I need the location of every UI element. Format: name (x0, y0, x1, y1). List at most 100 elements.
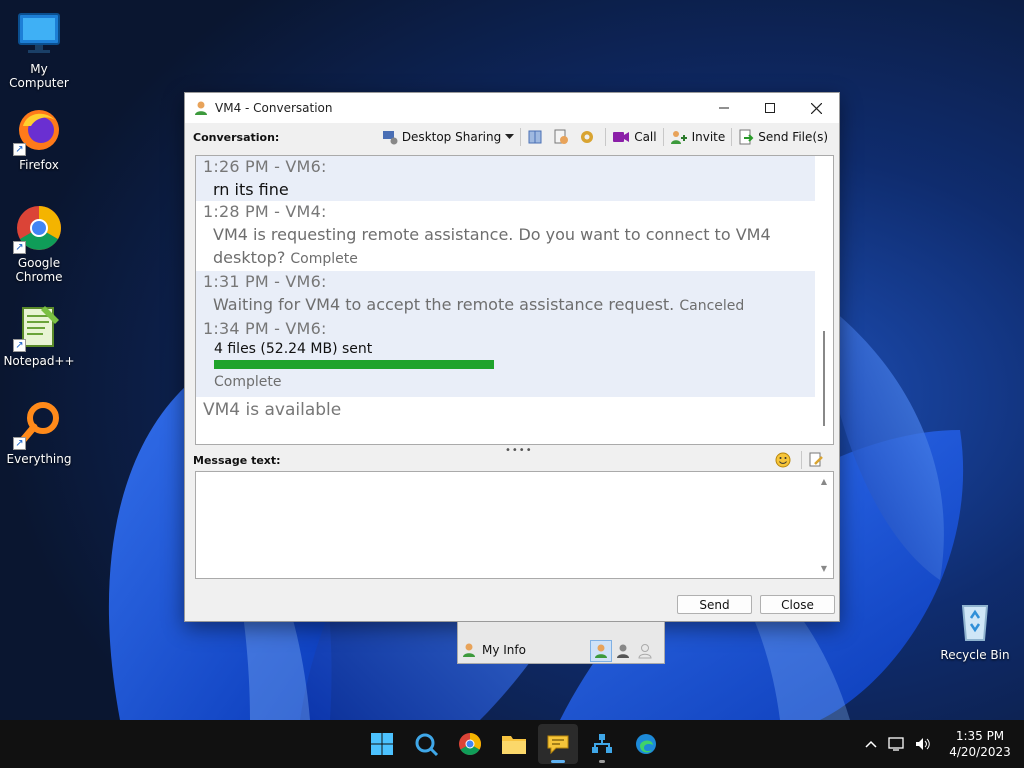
maximize-icon (765, 103, 775, 113)
conversation-window: VM4 - Conversation Conversation: Desktop… (184, 92, 840, 622)
conversation-label: Conversation: (193, 130, 280, 144)
window-title: VM4 - Conversation (215, 101, 333, 115)
offline-user-icon (638, 644, 652, 659)
log-entry: 1:26 PM - VM6: rn its fine (196, 156, 815, 201)
invite-label: Invite (691, 130, 726, 144)
message-input[interactable] (195, 471, 834, 579)
conversation-log[interactable]: 1:26 PM - VM6: rn its fine 1:28 PM - VM4… (195, 155, 834, 445)
shortcut-arrow-icon: ↗ (13, 437, 26, 450)
network-tree-icon (592, 734, 612, 753)
desktop-sharing-button[interactable]: Desktop Sharing (379, 126, 517, 148)
send-button[interactable]: Send (677, 595, 752, 614)
log-entry-message: rn its fine (213, 180, 289, 199)
desktop-icon-everything[interactable]: ↗ Everything (2, 400, 76, 466)
desktop-icon-label: Firefox (19, 158, 59, 172)
conversation-toolbar: Conversation: Desktop Sharing Call Invit… (185, 123, 839, 151)
taskbar-clock[interactable]: 1:35 PM 4/20/2023 (936, 728, 1024, 760)
scroll-down-icon[interactable]: ▼ (821, 564, 827, 573)
title-bar[interactable]: VM4 - Conversation (185, 93, 839, 123)
desktop-icon-label: My Computer (9, 62, 69, 90)
chrome-icon (459, 733, 481, 755)
status-busy-button[interactable] (612, 640, 634, 662)
edit-note-icon (809, 452, 823, 467)
gear-icon (581, 131, 594, 143)
notes-button[interactable] (550, 126, 576, 148)
scrollbar-thumb[interactable] (823, 331, 825, 426)
network-button[interactable] (884, 729, 910, 759)
progress-fill (214, 360, 494, 369)
recycle-bin-icon (951, 596, 999, 644)
windows-logo-icon (371, 733, 393, 755)
history-button[interactable] (524, 126, 550, 148)
running-indicator (599, 760, 605, 763)
taskbar-everything[interactable] (406, 724, 446, 764)
file-transfer-progress (214, 360, 494, 369)
log-entry-header: 1:26 PM - VM6: (203, 157, 327, 176)
close-window-button[interactable] (793, 93, 839, 123)
firefox-icon: ↗ (13, 106, 63, 156)
edge-icon (636, 734, 656, 754)
send-files-label: Send File(s) (758, 130, 828, 144)
taskbar-chrome[interactable] (450, 724, 490, 764)
taskbar-network-app[interactable] (582, 724, 622, 764)
online-user-icon (595, 644, 607, 658)
desktop-icon-notepad-plus-plus[interactable]: ↗ Notepad++ (2, 302, 76, 368)
file-transfer-status: Complete (214, 374, 282, 390)
status-offline-button[interactable] (634, 640, 656, 662)
status-online-button[interactable] (590, 640, 612, 662)
format-button[interactable] (805, 449, 831, 471)
folder-icon (502, 736, 526, 754)
send-file-icon (739, 129, 754, 145)
my-info-button[interactable]: My Info (462, 642, 526, 658)
shortcut-arrow-icon: ↗ (13, 339, 26, 352)
user-icon (463, 643, 475, 657)
conversation-scrollbar[interactable] (815, 156, 833, 444)
volume-button[interactable] (910, 729, 936, 759)
emoticon-button[interactable] (772, 449, 798, 471)
network-icon (888, 737, 904, 751)
clock-date: 4/20/2023 (949, 745, 1011, 759)
call-button[interactable]: Call (609, 126, 659, 148)
smiley-icon (775, 452, 791, 468)
log-entry: 1:31 PM - VM6: Waiting for VM4 to accept… (196, 271, 815, 397)
minimize-icon (719, 107, 729, 109)
taskbar-messenger[interactable] (538, 724, 578, 764)
status-canceled: Canceled (679, 298, 745, 314)
log-entry-header: 1:28 PM - VM4: (203, 202, 327, 221)
taskbar: 1:35 PM 4/20/2023 (0, 720, 1024, 768)
maximize-button[interactable] (747, 93, 793, 123)
running-indicator (551, 760, 565, 763)
start-button[interactable] (362, 724, 402, 764)
notepad-plus-plus-icon: ↗ (13, 302, 63, 352)
settings-button[interactable] (576, 126, 602, 148)
video-camera-icon (613, 132, 630, 142)
log-entry-header: 1:31 PM - VM6: (203, 272, 327, 291)
my-info-label: My Info (482, 643, 526, 657)
log-entry: 1:28 PM - VM4: VM4 is requesting remote … (196, 201, 815, 271)
desktop-icon-my-computer[interactable]: My Computer (2, 10, 76, 90)
status-complete: Complete (290, 251, 358, 267)
chrome-icon: ↗ (13, 204, 63, 254)
taskbar-edge[interactable] (626, 724, 666, 764)
desktop-sharing-icon (382, 131, 398, 145)
invite-button[interactable]: Invite (667, 126, 729, 148)
magnifier-icon: ↗ (13, 400, 63, 450)
desktop-icon-recycle-bin[interactable]: Recycle Bin (938, 596, 1012, 662)
show-hidden-icons-button[interactable] (858, 729, 884, 759)
message-label: Message text: (193, 453, 281, 467)
scroll-up-icon[interactable]: ▲ (821, 477, 827, 486)
taskbar-file-explorer[interactable] (494, 724, 534, 764)
desktop-icon-google-chrome[interactable]: ↗ Google Chrome (2, 204, 76, 284)
send-files-button[interactable]: Send File(s) (735, 126, 831, 148)
user-icon (195, 101, 207, 115)
minimize-button[interactable] (701, 93, 747, 123)
monitor-icon (15, 10, 63, 58)
desktop-icon-label: Google Chrome (15, 256, 63, 284)
desktop-icon-label: Everything (6, 452, 72, 466)
close-button[interactable]: Close (760, 595, 835, 614)
message-scrollbar[interactable]: ▲ ▼ (816, 473, 832, 577)
desktop-icon-firefox[interactable]: ↗ Firefox (2, 106, 76, 172)
speaker-icon (916, 738, 930, 750)
clock-time: 1:35 PM (955, 729, 1005, 743)
chevron-up-icon (865, 740, 877, 748)
